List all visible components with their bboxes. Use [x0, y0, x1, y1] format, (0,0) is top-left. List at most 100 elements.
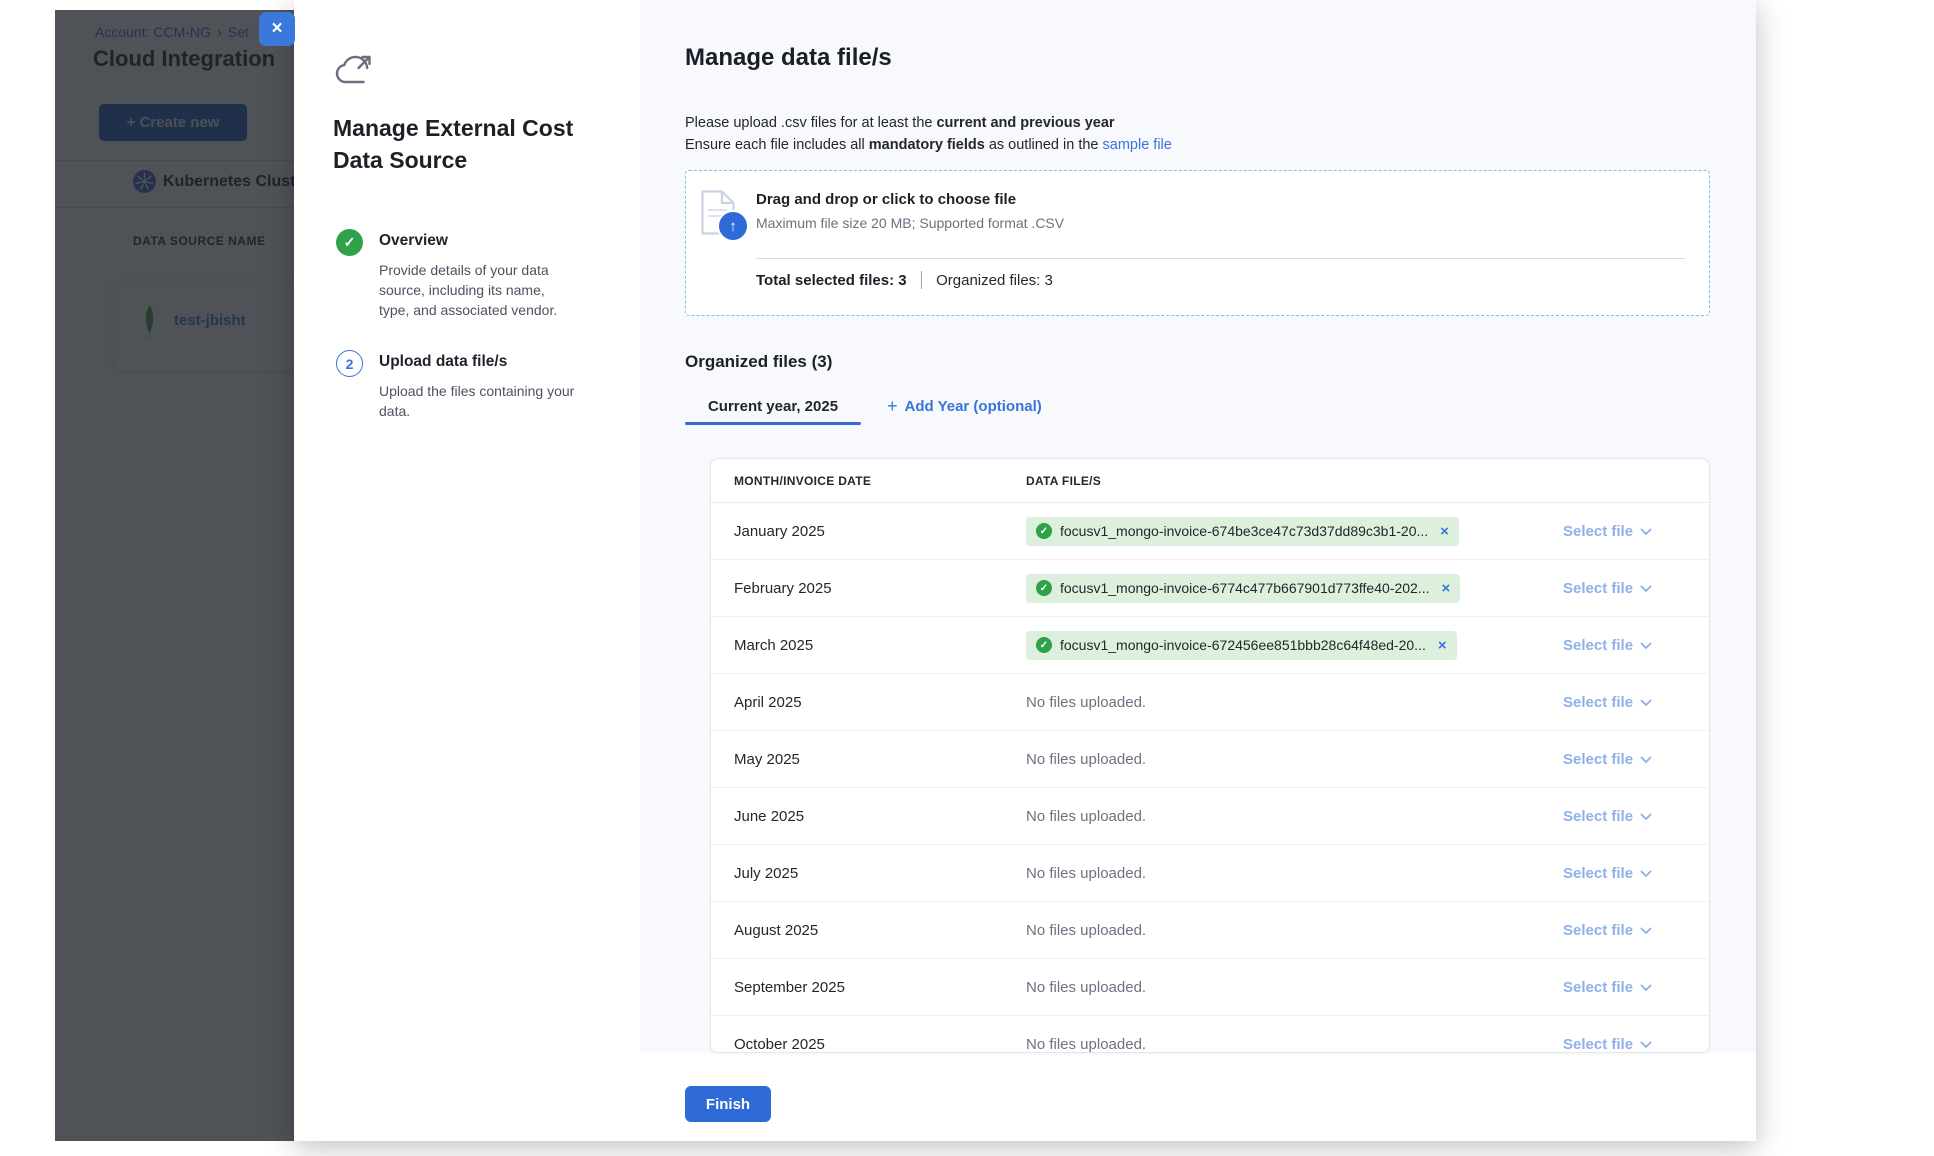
chevron-down-icon: [1640, 585, 1652, 593]
month-cell: October 2025: [711, 1036, 1003, 1053]
chevron-down-icon: [1640, 984, 1652, 992]
step-complete-check-icon: ✓: [336, 229, 363, 256]
no-files-text: No files uploaded.: [1026, 922, 1146, 939]
organized-files-heading: Organized files (3): [685, 352, 832, 372]
file-chip-name: focusv1_mongo-invoice-674be3ce47c73d37dd…: [1060, 523, 1428, 539]
file-success-check-icon: ✓: [1036, 523, 1052, 539]
chevron-down-icon: [1640, 927, 1652, 935]
column-header-data-files: DATA FILE/S: [1003, 474, 1513, 488]
select-file-label: Select file: [1563, 637, 1633, 654]
remove-file-icon[interactable]: ×: [1438, 637, 1447, 654]
month-cell: August 2025: [711, 922, 1003, 939]
remove-file-icon[interactable]: ×: [1441, 580, 1450, 597]
file-success-check-icon: ✓: [1036, 637, 1052, 653]
tab-current-year[interactable]: Current year, 2025: [685, 388, 861, 425]
table-row: October 2025 No files uploaded. Select f…: [711, 1016, 1709, 1053]
file-chip-name: focusv1_mongo-invoice-672456ee851bbb28c6…: [1060, 637, 1426, 653]
file-count-summary: Total selected files: 3 Organized files:…: [756, 271, 1053, 289]
modal-overlay: [55, 10, 297, 1141]
table-row: September 2025 No files uploaded. Select…: [711, 959, 1709, 1016]
background-page: Account: CCM-NG›Set Cloud Integration + …: [55, 10, 297, 1141]
manage-data-source-drawer: Manage External Cost Data Source ✓ Overv…: [294, 0, 1756, 1141]
select-file-dropdown[interactable]: Select file: [1563, 580, 1652, 597]
no-files-text: No files uploaded.: [1026, 865, 1146, 882]
select-file-label: Select file: [1563, 1036, 1633, 1053]
table-row: January 2025 ✓ focusv1_mongo-invoice-674…: [711, 503, 1709, 560]
table-header-row: MONTH/INVOICE DATE DATA FILE/S: [711, 459, 1709, 503]
select-file-label: Select file: [1563, 523, 1633, 540]
finish-button[interactable]: Finish: [685, 1086, 771, 1122]
drawer-title: Manage External Cost Data Source: [333, 112, 578, 176]
month-cell: March 2025: [711, 637, 1003, 654]
select-file-label: Select file: [1563, 865, 1633, 882]
select-file-label: Select file: [1563, 979, 1633, 996]
select-file-label: Select file: [1563, 808, 1633, 825]
select-file-dropdown[interactable]: Select file: [1563, 751, 1652, 768]
month-cell: January 2025: [711, 523, 1003, 540]
chevron-down-icon: [1640, 699, 1652, 707]
total-selected-files: Total selected files: 3: [756, 272, 907, 289]
step-upload-label[interactable]: Upload data file/s: [379, 353, 507, 371]
month-cell: February 2025: [711, 580, 1003, 597]
month-cell: April 2025: [711, 694, 1003, 711]
plus-icon: +: [887, 396, 898, 417]
step-upload-description: Upload the files containing your data.: [379, 381, 585, 421]
select-file-label: Select file: [1563, 580, 1633, 597]
file-chip: ✓ focusv1_mongo-invoice-674be3ce47c73d37…: [1026, 517, 1459, 546]
table-row: February 2025 ✓ focusv1_mongo-invoice-67…: [711, 560, 1709, 617]
remove-file-icon[interactable]: ×: [1440, 523, 1449, 540]
table-row: June 2025 No files uploaded. Select file: [711, 788, 1709, 845]
file-dropzone[interactable]: ↑ Drag and drop or click to choose file …: [685, 170, 1710, 316]
sample-file-link[interactable]: sample file: [1103, 137, 1172, 153]
select-file-label: Select file: [1563, 694, 1633, 711]
select-file-label: Select file: [1563, 751, 1633, 768]
upload-instructions: Please upload .csv files for at least th…: [685, 112, 1172, 156]
select-file-dropdown[interactable]: Select file: [1563, 979, 1652, 996]
select-file-dropdown[interactable]: Select file: [1563, 523, 1652, 540]
no-files-text: No files uploaded.: [1026, 694, 1146, 711]
file-chip: ✓ focusv1_mongo-invoice-672456ee851bbb28…: [1026, 631, 1457, 660]
table-row: August 2025 No files uploaded. Select fi…: [711, 902, 1709, 959]
select-file-label: Select file: [1563, 922, 1633, 939]
select-file-dropdown[interactable]: Select file: [1563, 637, 1652, 654]
close-icon[interactable]: ×: [259, 12, 295, 46]
select-file-dropdown[interactable]: Select file: [1563, 1036, 1652, 1053]
month-cell: May 2025: [711, 751, 1003, 768]
chevron-down-icon: [1640, 756, 1652, 764]
file-table-body: January 2025 ✓ focusv1_mongo-invoice-674…: [711, 503, 1709, 1053]
table-row: May 2025 No files uploaded. Select file: [711, 731, 1709, 788]
table-row: March 2025 ✓ focusv1_mongo-invoice-67245…: [711, 617, 1709, 674]
divider: [921, 271, 923, 289]
step-overview-description: Provide details of your data source, inc…: [379, 260, 575, 320]
select-file-dropdown[interactable]: Select file: [1563, 922, 1652, 939]
upload-arrow-icon: ↑: [717, 210, 749, 242]
select-file-dropdown[interactable]: Select file: [1563, 694, 1652, 711]
panel-heading: Manage data file/s: [685, 44, 892, 72]
no-files-text: No files uploaded.: [1026, 979, 1146, 996]
divider: [756, 258, 1685, 259]
select-file-dropdown[interactable]: Select file: [1563, 865, 1652, 882]
table-row: April 2025 No files uploaded. Select fil…: [711, 674, 1709, 731]
dropzone-title: Drag and drop or click to choose file: [756, 191, 1016, 208]
step-number-badge: 2: [336, 350, 363, 377]
chevron-down-icon: [1640, 528, 1652, 536]
no-files-text: No files uploaded.: [1026, 751, 1146, 768]
upload-panel: Manage data file/s Please upload .csv fi…: [640, 0, 1756, 1053]
chevron-down-icon: [1640, 813, 1652, 821]
chevron-down-icon: [1640, 642, 1652, 650]
month-cell: June 2025: [711, 808, 1003, 825]
column-header-month: MONTH/INVOICE DATE: [711, 474, 1003, 488]
dropzone-subtitle: Maximum file size 20 MB; Supported forma…: [756, 215, 1064, 231]
file-chip: ✓ focusv1_mongo-invoice-6774c477b667901d…: [1026, 574, 1460, 603]
no-files-text: No files uploaded.: [1026, 808, 1146, 825]
month-cell: September 2025: [711, 979, 1003, 996]
add-year-button[interactable]: +Add Year (optional): [887, 396, 1042, 417]
file-success-check-icon: ✓: [1036, 580, 1052, 596]
select-file-dropdown[interactable]: Select file: [1563, 808, 1652, 825]
screen: Account: CCM-NG›Set Cloud Integration + …: [0, 0, 1934, 1156]
month-cell: July 2025: [711, 865, 1003, 882]
monthly-files-table: MONTH/INVOICE DATE DATA FILE/S January 2…: [710, 458, 1710, 1053]
step-overview-label[interactable]: Overview: [379, 232, 448, 250]
organized-files-count: Organized files: 3: [936, 272, 1053, 289]
file-chip-name: focusv1_mongo-invoice-6774c477b667901d77…: [1060, 580, 1429, 596]
